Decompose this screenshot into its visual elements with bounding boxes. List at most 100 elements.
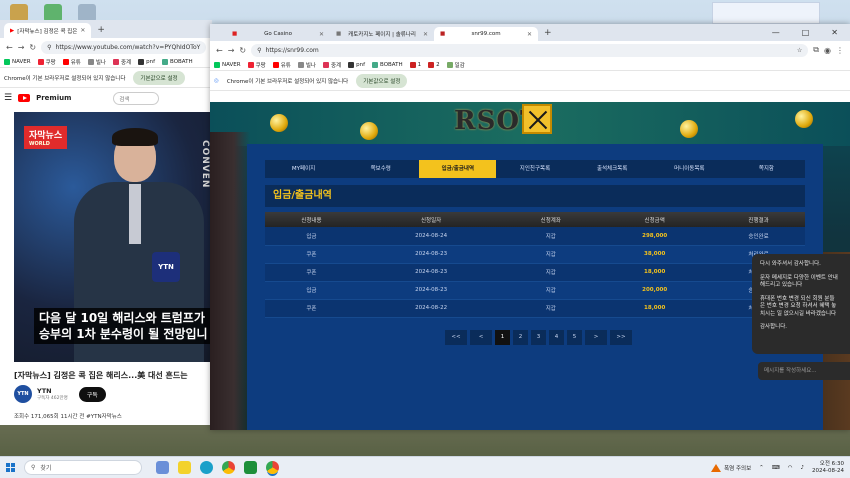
bookmark-item[interactable]: 중계 (112, 58, 131, 66)
page-next-button[interactable]: > (585, 330, 607, 345)
back-icon[interactable]: ← (6, 43, 13, 52)
chat-message-input[interactable]: 메시지를 작성하세요... (758, 362, 850, 380)
search-input[interactable]: 검색 (113, 91, 160, 105)
bookmark-item[interactable]: BOBATH (162, 58, 193, 65)
bookmark-item[interactable]: 1 (409, 61, 421, 68)
tab-youtube[interactable]: ▶ [자막뉴스] 김정은 콕 집은 ✕ (4, 23, 92, 38)
subscribe-button[interactable]: 구독 (78, 386, 106, 402)
search-icon: ⚲ (31, 464, 36, 471)
more-menu-icon[interactable]: ⋮ (836, 46, 844, 55)
reload-icon[interactable]: ↻ (239, 46, 246, 55)
app-chrome-active-icon[interactable] (266, 461, 279, 474)
menu-attendance[interactable]: 출석체크목록 (574, 160, 651, 178)
site-info-icon[interactable]: ⚲ (257, 47, 261, 54)
page-button-5[interactable]: 5 (567, 330, 582, 345)
page-last-button[interactable]: >> (610, 330, 632, 345)
weather-widget[interactable]: 폭염 주의보 (711, 463, 751, 472)
app-green-icon[interactable] (244, 461, 257, 474)
forward-icon[interactable]: → (228, 46, 235, 55)
menu-notes-receive[interactable]: 쪽보수령 (342, 160, 419, 178)
menu-money-transfer[interactable]: 머니이동목록 (651, 160, 728, 178)
channel-avatar[interactable]: YTN (14, 385, 32, 403)
bookmark-item[interactable]: BOBATH (372, 61, 403, 68)
menu-icon[interactable]: ☰ (4, 93, 12, 103)
close-icon[interactable]: ✕ (80, 27, 85, 34)
tab-go-casino[interactable]: ■ Go Casino ✕ (226, 27, 330, 41)
column-header: 신청일자 (357, 212, 505, 227)
minimize-icon[interactable]: — (772, 28, 780, 37)
taskbar-search[interactable]: ⚲ 찾기 (24, 460, 142, 475)
close-icon[interactable]: ✕ (527, 31, 532, 38)
bookmark-item[interactable]: NAVER (4, 58, 31, 65)
app-photo-icon[interactable] (156, 461, 169, 474)
set-default-button[interactable]: 기본값으로 설정 (133, 70, 185, 85)
bookmark-item[interactable]: pnf (138, 58, 155, 65)
url-text: https://www.youtube.com/watch?v=PYQhIdOT… (55, 43, 201, 51)
column-header: 신청금액 (597, 212, 713, 227)
forward-icon[interactable]: → (18, 43, 25, 52)
bookmark-item[interactable]: 유튜 (272, 61, 291, 69)
youtube-premium-brand[interactable]: Premium (36, 94, 71, 102)
subscriber-count: 구독자 462만명 (37, 396, 68, 401)
close-window-icon[interactable]: ✕ (831, 28, 838, 37)
channel-row: YTN YTN 구독자 462만명 구독 (14, 385, 106, 403)
app-sticky-notes-icon[interactable] (178, 461, 191, 474)
tab-snr99[interactable]: ■ snr99.com ✕ (434, 27, 538, 41)
bookmark-item[interactable]: 2 (428, 61, 440, 68)
start-button[interactable] (0, 463, 20, 472)
bookmark-icon (348, 61, 355, 68)
maximize-icon[interactable]: □ (802, 28, 810, 37)
bookmark-item[interactable]: 유튜 (62, 58, 81, 66)
extensions-icon[interactable]: ⧉ (813, 45, 819, 55)
tray-chevron-icon[interactable]: ⌃ (759, 465, 764, 471)
menu-my-page[interactable]: MY페이지 (265, 160, 342, 178)
bookmark-item[interactable]: 쿠팡 (247, 61, 266, 69)
page-prev-button[interactable]: < (470, 330, 492, 345)
page-button-3[interactable]: 3 (531, 330, 546, 345)
menu-inbox[interactable]: 쪽지함 (728, 160, 805, 178)
tab-catoc-casino[interactable]: ■ 캐토카지노 페이지 | 솔류나리 ✕ (330, 27, 434, 41)
volume-icon[interactable]: ♪ (801, 465, 805, 471)
address-bar[interactable]: ⚲ https://www.youtube.com/watch?v=PYQhId… (41, 40, 206, 54)
app-edge-icon[interactable] (200, 461, 213, 474)
bookmark-item[interactable]: pnf (348, 61, 365, 68)
tab-title: [자막뉴스] 김정은 콕 집은 (17, 28, 78, 35)
bookmark-icon (112, 58, 119, 65)
transaction-table: 신청내용 신청일자 신청계좌 신청금액 진행결과 입금 2024-08-24 지… (265, 212, 805, 318)
bookmark-item[interactable]: 빌나 (87, 58, 106, 66)
bookmark-item[interactable]: 중계 (322, 61, 341, 69)
channel-name[interactable]: YTN (37, 387, 68, 395)
app-chrome-icon[interactable] (222, 461, 235, 474)
video-player[interactable]: 자막뉴스 WORLD CONVEN YTN 다음 달 10일 해리스와 트럼프가 … (14, 112, 212, 362)
bookmarks-bar: NAVER 쿠팡 유튜 빌나 중계 pnf BOBATH 1 2 일감 (210, 59, 850, 71)
close-icon[interactable]: ✕ (423, 31, 428, 38)
page-button-2[interactable]: 2 (513, 330, 528, 345)
bookmark-item[interactable]: NAVER (214, 61, 241, 68)
set-default-button[interactable]: 기본값으로 설정 (356, 73, 408, 88)
new-tab-icon[interactable]: + (91, 23, 111, 38)
page-button-1[interactable]: 1 (495, 330, 510, 345)
new-tab-icon[interactable]: + (538, 26, 558, 41)
bookmark-item[interactable]: 일감 (446, 61, 465, 69)
browser-window-casino: ■ Go Casino ✕ ■ 캐토카지노 페이지 | 솔류나리 ✕ ■ snr… (210, 24, 850, 430)
bookmark-item[interactable]: 빌나 (297, 61, 316, 69)
clock[interactable]: 오전 6:30 2024-08-24 (812, 461, 844, 475)
site-info-icon[interactable]: ⚲ (47, 44, 51, 51)
menu-friends-list[interactable]: 지인친구목록 (496, 160, 573, 178)
bookmark-icon (372, 61, 379, 68)
page-first-button[interactable]: << (445, 330, 467, 345)
bookmark-item[interactable]: 쿠팡 (37, 58, 56, 66)
menu-deposit-withdraw[interactable]: 입금/출금내역 (419, 160, 497, 178)
column-header: 신청내용 (265, 212, 358, 227)
address-bar[interactable]: ⚲ https://snr99.com ☆ (251, 43, 809, 57)
page-button-4[interactable]: 4 (549, 330, 564, 345)
network-icon[interactable]: ◠ (788, 465, 793, 471)
reload-icon[interactable]: ↻ (29, 43, 36, 52)
youtube-logo-icon[interactable] (18, 94, 31, 102)
profile-icon[interactable]: ◉ (824, 46, 831, 55)
browser-toolbar: ← → ↻ ⚲ https://snr99.com ☆ ⧉ ◉ ⋮ (210, 41, 850, 59)
bookmark-star-icon[interactable]: ☆ (797, 47, 802, 54)
close-icon[interactable]: ✕ (319, 31, 324, 38)
back-icon[interactable]: ← (216, 46, 223, 55)
keyboard-icon[interactable]: ⌨ (772, 465, 780, 471)
